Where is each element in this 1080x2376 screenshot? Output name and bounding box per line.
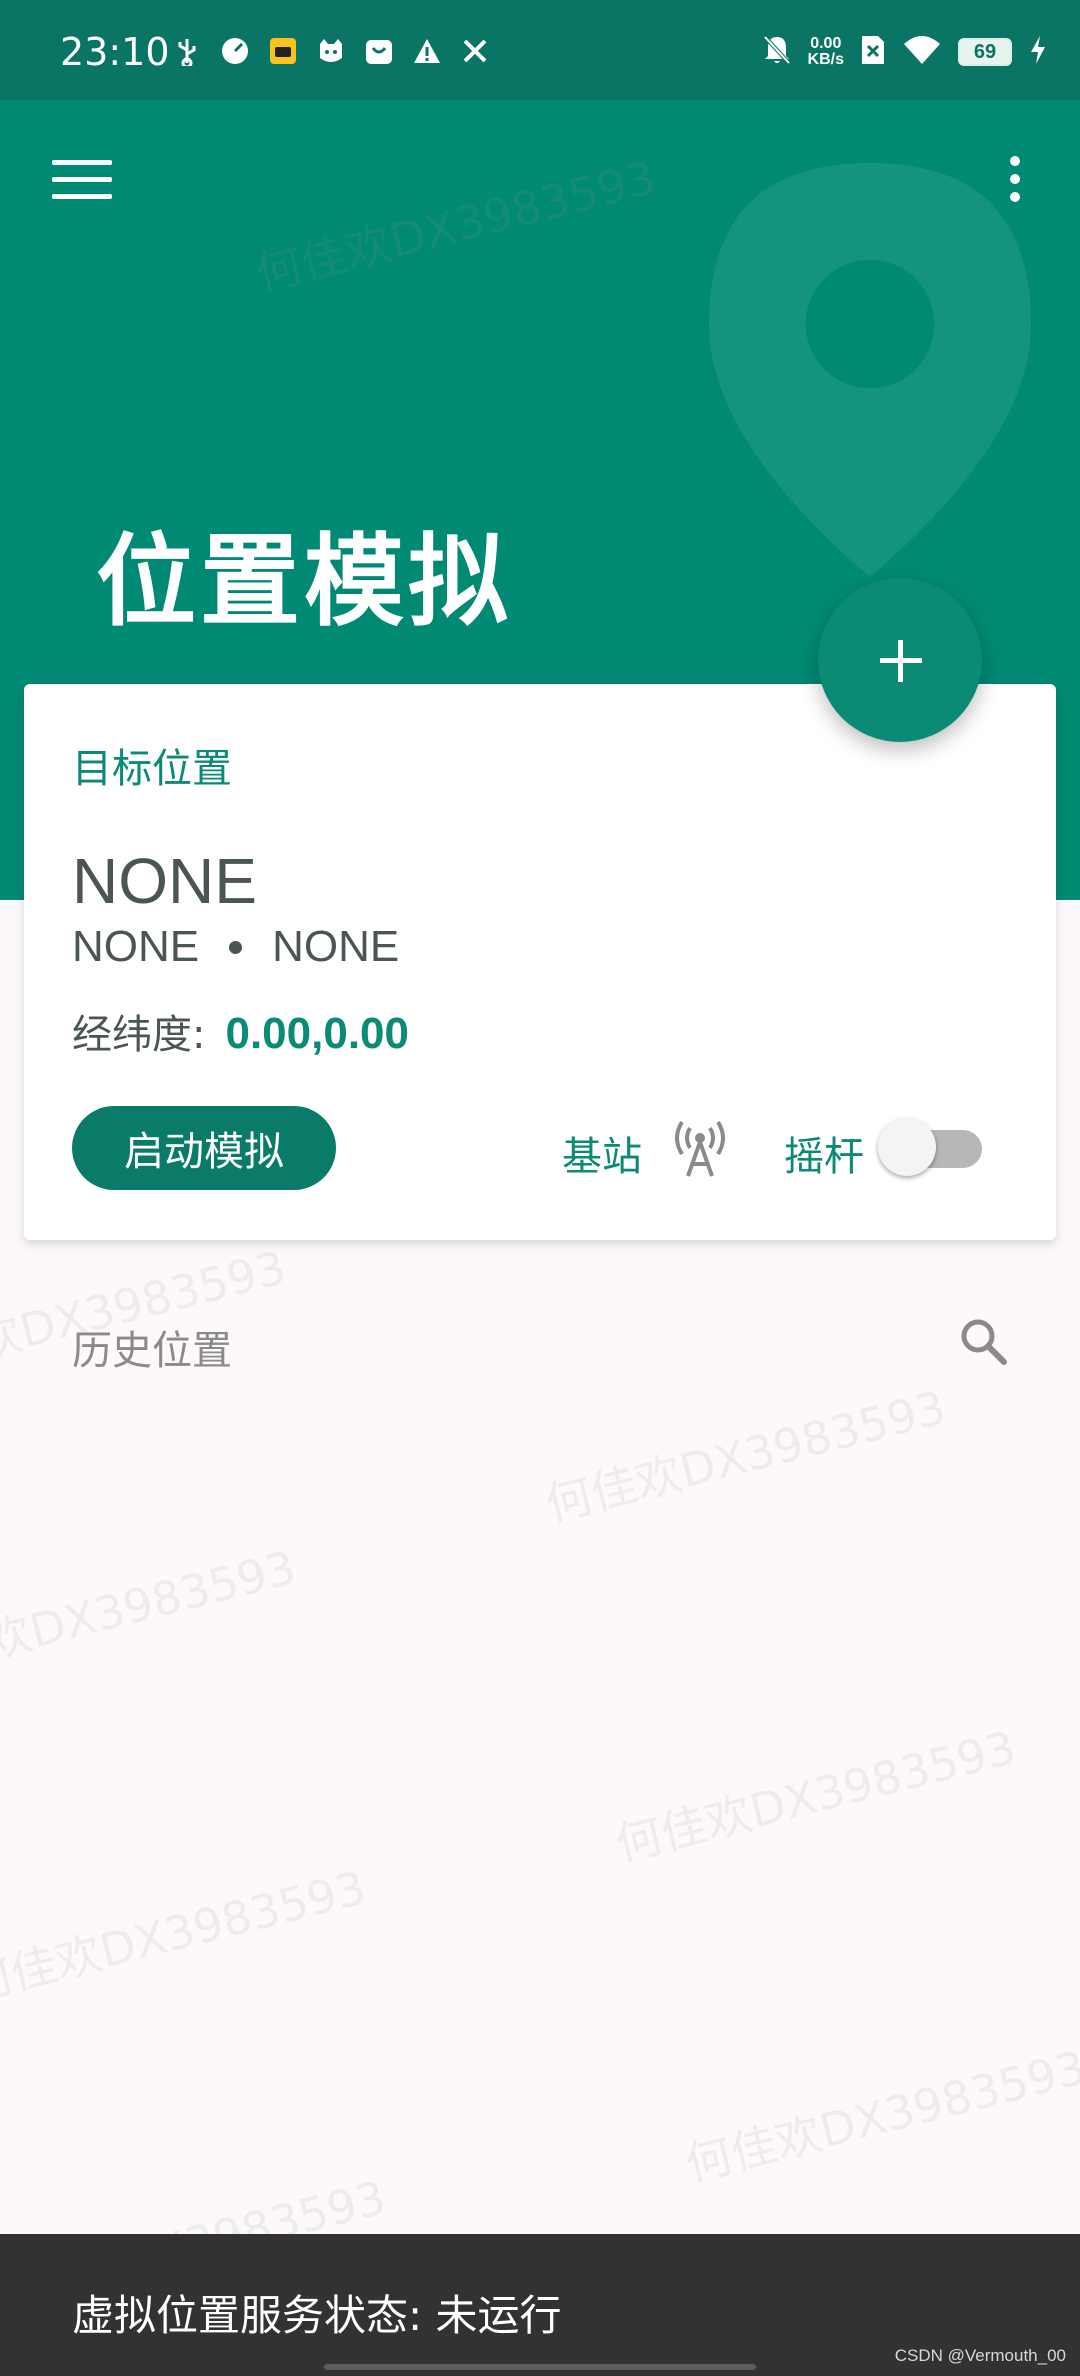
net-speed-unit: KB/s [807,51,844,68]
location-sub-right: NONE [272,922,400,971]
battery-icon: 69 [958,38,1012,66]
target-location-card: 目标位置 NONE NONE NONE 经纬度: 0.00,0.00 启动模拟 … [24,684,1056,1240]
wifi-icon [902,34,942,70]
charging-icon [1028,34,1048,70]
status-notification-icons [172,36,490,69]
page-title: 位置模拟 [96,523,512,640]
status-system-icons: 0.00 KB/s 69 [762,34,1048,70]
cat-icon [316,36,346,66]
joystick-toggle[interactable] [878,1116,998,1176]
plus-icon-vertical [898,640,903,682]
home-indicator[interactable] [324,2364,756,2370]
watermark: 何佳欢DX3983593 [610,1720,1021,1872]
coordinate-row: 经纬度: 0.00,0.00 [72,1002,409,1060]
start-simulation-button[interactable]: 启动模拟 [72,1106,336,1190]
usb-icon [172,36,202,69]
cell-tower-label[interactable]: 基站 [562,1124,642,1182]
speedometer-icon [220,36,250,66]
coordinate-value: 0.00,0.00 [225,1009,409,1058]
status-time: 23:10 [60,30,170,74]
toggle-thumb [878,1118,936,1176]
watermark: 何佳欢DX3983593 [680,2040,1080,2192]
taxi-icon [268,36,298,66]
joystick-label: 摇杆 [784,1134,864,1180]
service-status-text: 虚拟位置服务状态: 未运行 [72,2291,562,2340]
tools-icon [460,36,490,66]
net-speed-value: 0.00 [810,35,842,52]
warning-icon [412,36,442,66]
watermark: 何佳欢DX3983593 [0,1540,301,1692]
watermark: 何佳欢DX3983593 [0,1860,371,2012]
separator-dot [229,940,243,954]
coordinate-label: 经纬度: [72,1012,206,1058]
location-name: NONE [72,845,257,917]
service-status-bar: 虚拟位置服务状态: 未运行 CSDN @Vermouth_00 [0,2234,1080,2376]
status-bar: 23:10 0.00 KB/s 69 [0,0,1080,100]
menu-icon[interactable] [52,160,112,204]
shopping-bag-icon [364,36,394,66]
location-pin-background-icon [709,163,1031,577]
more-options-icon[interactable] [1000,156,1030,208]
history-title: 历史位置 [72,1328,232,1374]
location-subtitle: NONE NONE [72,922,399,972]
add-location-button[interactable] [818,578,982,742]
no-sim-icon [860,34,886,70]
net-speed: 0.00 KB/s [808,36,844,68]
location-sub-left: NONE [72,922,200,971]
watermark: 何佳欢DX3983593 [540,1380,951,1532]
mute-bell-icon [762,34,792,70]
card-label: 目标位置 [72,746,232,792]
cell-tower-icon[interactable] [672,1118,728,1178]
credit-text: CSDN @Vermouth_00 [894,2346,1066,2365]
search-icon[interactable] [956,1314,1010,1368]
